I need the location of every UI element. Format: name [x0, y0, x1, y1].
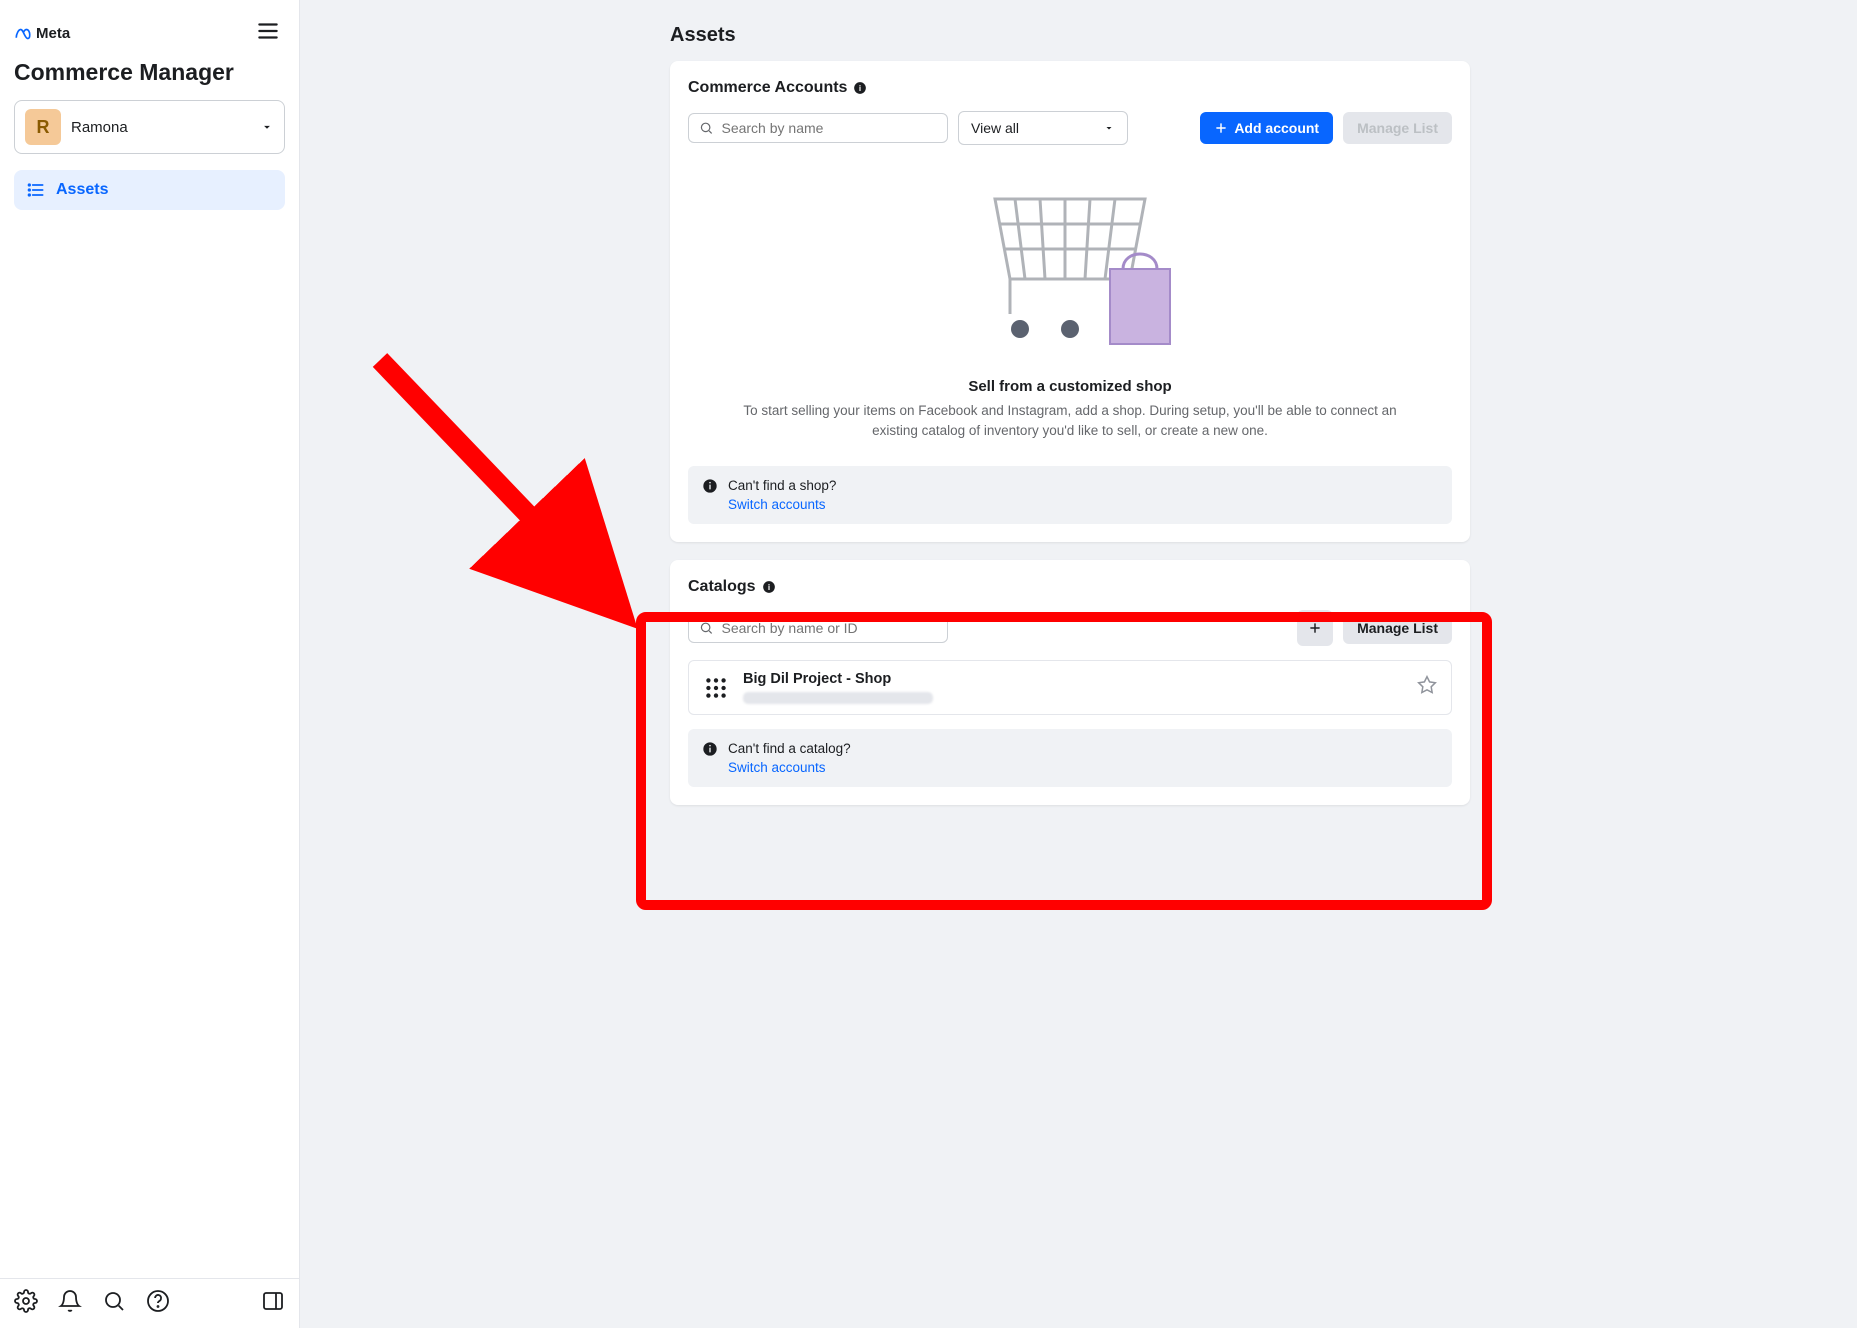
- sidebar-footer: [0, 1278, 299, 1328]
- commerce-accounts-card: Commerce Accounts i View all: [670, 61, 1470, 542]
- search-icon: [699, 620, 713, 636]
- manage-list-button-disabled: Manage List: [1343, 112, 1452, 144]
- svg-text:i: i: [767, 583, 769, 592]
- catalogs-banner-text: Can't find a catalog?: [728, 741, 851, 756]
- catalogs-search-input[interactable]: [721, 620, 937, 636]
- list-icon: [26, 180, 46, 200]
- notifications-button[interactable]: [58, 1289, 82, 1318]
- catalog-item[interactable]: Big Dil Project - Shop: [688, 660, 1452, 715]
- info-icon[interactable]: i: [762, 580, 776, 594]
- switch-accounts-link[interactable]: Switch accounts: [728, 497, 836, 512]
- main-content: Assets Commerce Accounts i View all: [300, 0, 1857, 1328]
- commerce-accounts-title: Commerce Accounts i: [688, 79, 1452, 97]
- gear-icon: [14, 1289, 38, 1313]
- info-badge-icon: [702, 741, 718, 762]
- catalogs-title: Catalogs i: [688, 578, 1452, 596]
- svg-text:i: i: [859, 84, 861, 93]
- account-avatar: R: [25, 109, 61, 145]
- settings-button[interactable]: [14, 1289, 38, 1318]
- catalog-name: Big Dil Project - Shop: [743, 671, 933, 687]
- caret-down-icon: [1103, 122, 1115, 134]
- commerce-filter-label: View all: [971, 120, 1019, 136]
- grid-icon: [703, 675, 729, 701]
- add-account-button[interactable]: Add account: [1200, 112, 1333, 144]
- sidebar-item-label: Assets: [56, 181, 108, 199]
- catalogs-search-input-wrapper[interactable]: [688, 613, 948, 643]
- catalogs-card: Catalogs i Manage List: [670, 560, 1470, 805]
- account-name: Ramona: [71, 119, 250, 136]
- catalogs-title-text: Catalogs: [688, 578, 756, 596]
- catalogs-manage-list-button[interactable]: Manage List: [1343, 612, 1452, 644]
- app-title: Commerce Manager: [14, 59, 285, 86]
- star-icon: [1417, 675, 1437, 695]
- meta-logo[interactable]: Meta: [14, 25, 70, 43]
- menu-toggle-button[interactable]: [251, 14, 285, 53]
- plus-icon: [1214, 121, 1228, 135]
- shopping-cart-illustration: [955, 179, 1185, 359]
- panel-collapse-icon: [261, 1289, 285, 1313]
- add-account-label: Add account: [1234, 120, 1319, 136]
- page-title: Assets: [670, 24, 1470, 47]
- empty-title: Sell from a customized shop: [728, 378, 1412, 395]
- add-catalog-button[interactable]: [1297, 610, 1333, 646]
- meta-brand-text: Meta: [36, 25, 70, 42]
- bell-icon: [58, 1289, 82, 1313]
- sidebar: Meta Commerce Manager R Ramona Assets: [0, 0, 300, 1328]
- account-selector[interactable]: R Ramona: [14, 100, 285, 154]
- info-icon[interactable]: i: [853, 81, 867, 95]
- collapse-sidebar-button[interactable]: [261, 1289, 285, 1318]
- commerce-accounts-title-text: Commerce Accounts: [688, 79, 847, 97]
- catalogs-switch-accounts-link[interactable]: Switch accounts: [728, 760, 851, 775]
- commerce-banner-text: Can't find a shop?: [728, 478, 836, 493]
- catalogs-info-banner: Can't find a catalog? Switch accounts: [688, 729, 1452, 787]
- commerce-info-banner: Can't find a shop? Switch accounts: [688, 466, 1452, 524]
- commerce-empty-state: Sell from a customized shop To start sel…: [688, 159, 1452, 450]
- catalog-subtext-blurred: [743, 692, 933, 704]
- search-icon: [699, 120, 713, 136]
- help-button[interactable]: [146, 1289, 170, 1318]
- plus-icon: [1308, 621, 1322, 635]
- caret-down-icon: [260, 120, 274, 134]
- hamburger-icon: [255, 18, 281, 44]
- empty-description: To start selling your items on Facebook …: [728, 401, 1412, 440]
- search-button[interactable]: [102, 1289, 126, 1318]
- favorite-button[interactable]: [1417, 675, 1437, 700]
- catalogs-manage-list-label: Manage List: [1357, 620, 1438, 636]
- manage-list-label: Manage List: [1357, 120, 1438, 136]
- sidebar-item-assets[interactable]: Assets: [14, 170, 285, 210]
- commerce-filter-select[interactable]: View all: [958, 111, 1128, 145]
- info-badge-icon: [702, 478, 718, 499]
- commerce-search-input-wrapper[interactable]: [688, 113, 948, 143]
- meta-icon: [14, 25, 32, 43]
- search-icon: [102, 1289, 126, 1313]
- help-icon: [146, 1289, 170, 1313]
- commerce-search-input[interactable]: [721, 120, 937, 136]
